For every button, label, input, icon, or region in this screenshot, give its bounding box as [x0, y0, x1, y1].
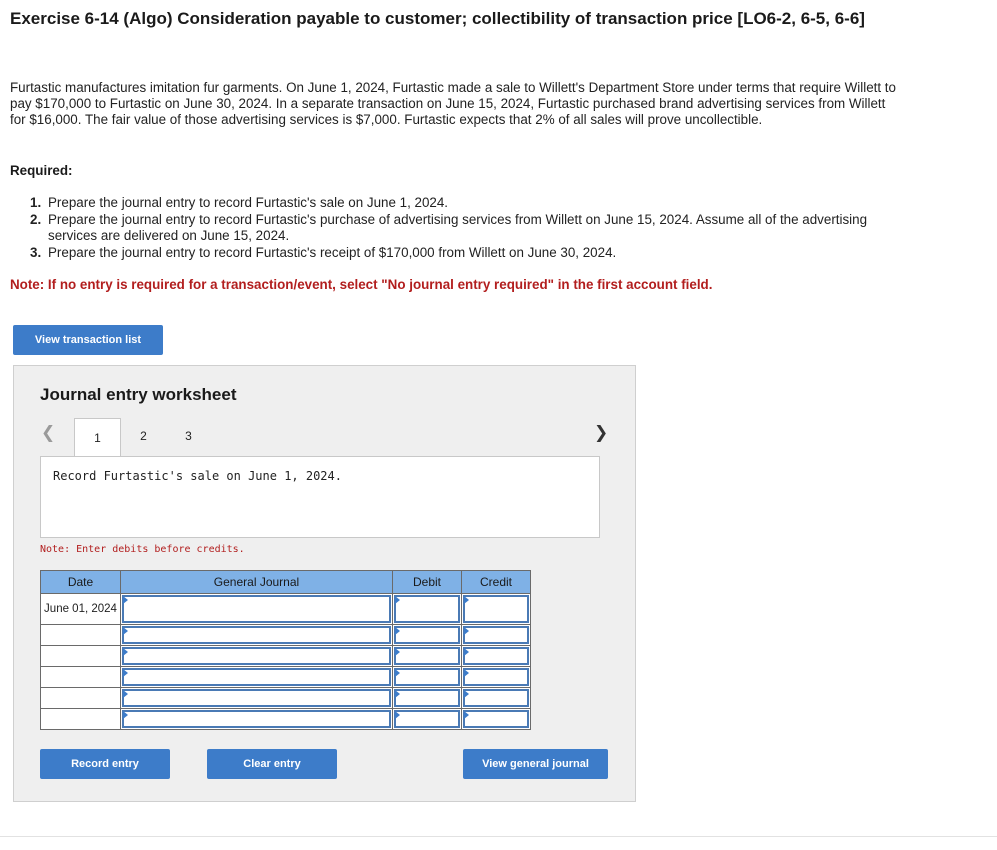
debit-cell — [392, 593, 462, 625]
debit-cell — [392, 624, 462, 646]
date-cell — [40, 708, 121, 730]
view-general-journal-button[interactable]: View general journal — [463, 749, 608, 779]
record-entry-button[interactable]: Record entry — [40, 749, 170, 779]
credit-cell — [461, 687, 531, 709]
date-cell — [40, 624, 121, 646]
problem-description: Furtastic manufactures imitation fur gar… — [10, 80, 896, 127]
requirement-1: 1. Prepare the journal entry to record F… — [10, 195, 890, 212]
column-header-general-journal: General Journal — [120, 570, 393, 594]
table-row — [40, 666, 531, 688]
general-journal-table: Date General Journal Debit Credit June 0… — [40, 570, 531, 730]
account-field[interactable] — [122, 595, 391, 623]
account-cell — [120, 624, 393, 646]
date-cell — [40, 666, 121, 688]
debit-field[interactable] — [394, 626, 460, 644]
worksheet-tabs: 1 2 3 — [74, 418, 211, 457]
credit-cell — [461, 624, 531, 646]
table-header-row: Date General Journal Debit Credit — [40, 570, 531, 594]
view-transaction-list-button[interactable]: View transaction list — [13, 325, 163, 355]
date-cell: June 01, 2024 — [40, 593, 121, 625]
requirement-number: 2. — [30, 211, 42, 227]
account-cell — [120, 645, 393, 667]
clear-entry-button[interactable]: Clear entry — [207, 749, 337, 779]
requirements-list: 1. Prepare the journal entry to record F… — [10, 195, 890, 261]
debit-field[interactable] — [394, 710, 460, 728]
column-header-credit: Credit — [461, 570, 531, 594]
page-title: Exercise 6-14 (Algo) Consideration payab… — [10, 9, 865, 28]
chevron-right-icon[interactable]: ❯ — [594, 423, 608, 443]
tab-3[interactable]: 3 — [166, 418, 211, 454]
table-row — [40, 645, 531, 667]
journal-entry-worksheet: Journal entry worksheet ❮ 1 2 3 ❯ Record… — [13, 365, 636, 802]
credit-field[interactable] — [463, 647, 529, 665]
account-cell — [120, 708, 393, 730]
table-row — [40, 624, 531, 646]
transaction-prompt-box: Record Furtastic's sale on June 1, 2024. — [40, 456, 600, 538]
date-cell — [40, 687, 121, 709]
credit-field[interactable] — [463, 668, 529, 686]
credit-field[interactable] — [463, 710, 529, 728]
table-row — [40, 708, 531, 730]
debit-cell — [392, 687, 462, 709]
account-cell — [120, 666, 393, 688]
required-label: Required: — [10, 163, 73, 178]
debit-field[interactable] — [394, 595, 460, 623]
account-field[interactable] — [122, 647, 391, 665]
column-header-date: Date — [40, 570, 121, 594]
table-row — [40, 687, 531, 709]
requirement-text: Prepare the journal entry to record Furt… — [48, 195, 449, 210]
requirement-2: 2. Prepare the journal entry to record F… — [10, 212, 890, 245]
no-entry-note: Note: If no entry is required for a tran… — [10, 277, 713, 292]
account-field[interactable] — [122, 710, 391, 728]
debit-field[interactable] — [394, 647, 460, 665]
credit-cell — [461, 645, 531, 667]
requirement-number: 3. — [30, 244, 42, 260]
chevron-left-icon[interactable]: ❮ — [41, 423, 55, 443]
requirement-text: Prepare the journal entry to record Furt… — [48, 244, 617, 260]
account-cell — [120, 593, 393, 625]
credit-cell — [461, 666, 531, 688]
credit-field[interactable] — [463, 689, 529, 707]
debit-cell — [392, 708, 462, 730]
debit-cell — [392, 666, 462, 688]
account-field[interactable] — [122, 689, 391, 707]
worksheet-title: Journal entry worksheet — [40, 385, 237, 404]
credit-cell — [461, 593, 531, 625]
debits-before-credits-note: Note: Enter debits before credits. — [40, 544, 245, 555]
column-header-debit: Debit — [392, 570, 462, 594]
requirement-3: 3. Prepare the journal entry to record F… — [10, 245, 890, 262]
credit-field[interactable] — [463, 626, 529, 644]
requirement-number: 1. — [30, 195, 42, 210]
requirement-text: Prepare the journal entry to record Furt… — [48, 211, 868, 244]
transaction-prompt: Record Furtastic's sale on June 1, 2024. — [53, 469, 342, 483]
tab-2[interactable]: 2 — [121, 418, 166, 454]
bottom-divider — [0, 836, 997, 837]
credit-field[interactable] — [463, 595, 529, 623]
table-row: June 01, 2024 — [40, 593, 531, 625]
debit-field[interactable] — [394, 668, 460, 686]
credit-cell — [461, 708, 531, 730]
debit-cell — [392, 645, 462, 667]
account-field[interactable] — [122, 668, 391, 686]
tab-1[interactable]: 1 — [74, 418, 121, 457]
date-cell — [40, 645, 121, 667]
account-cell — [120, 687, 393, 709]
account-field[interactable] — [122, 626, 391, 644]
debit-field[interactable] — [394, 689, 460, 707]
